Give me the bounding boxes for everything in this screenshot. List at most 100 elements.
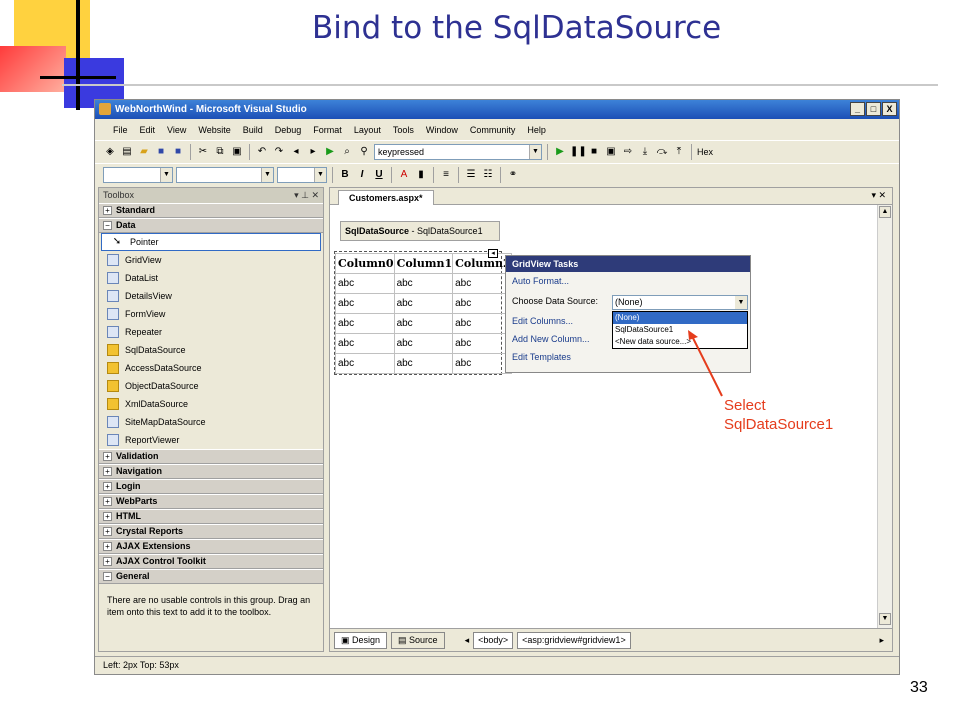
chevron-down-icon[interactable]: ▼ <box>261 167 273 182</box>
menu-format[interactable]: Format <box>307 125 348 135</box>
toolbox-item-sitemapdatasource[interactable]: SiteMapDataSource <box>99 413 323 431</box>
option-sqldatasource1[interactable]: SqlDataSource1 <box>613 324 747 336</box>
expand-icon[interactable]: + <box>103 527 112 536</box>
option-none[interactable]: (None) <box>613 312 747 324</box>
toolbox-item-formview[interactable]: FormView <box>99 305 323 323</box>
toolbox-item-accessdatasource[interactable]: AccessDataSource <box>99 359 323 377</box>
menu-file[interactable]: File <box>107 125 134 135</box>
chevron-down-icon[interactable]: ▼ <box>735 296 747 309</box>
hex-toggle[interactable]: Hex <box>697 147 713 157</box>
toolbox-header-buttons[interactable]: ▾ ⊥ ✕ <box>294 188 319 203</box>
tab-window-buttons[interactable]: ▾ ✕ <box>871 190 886 201</box>
scroll-up-icon[interactable]: ▲ <box>879 206 891 218</box>
toolbox-group-html[interactable]: + HTML <box>99 509 323 524</box>
option-new-data-source[interactable]: <New data source...> <box>613 336 747 348</box>
toolbox-item-reportviewer[interactable]: ReportViewer <box>99 431 323 449</box>
underline-button[interactable]: U <box>372 168 386 182</box>
menu-debug[interactable]: Debug <box>269 125 308 135</box>
expand-icon[interactable]: + <box>103 467 112 476</box>
expand-icon[interactable]: + <box>103 512 112 521</box>
menu-window[interactable]: Window <box>420 125 464 135</box>
menu-edit[interactable]: Edit <box>134 125 162 135</box>
edit-templates-link[interactable]: Edit Templates <box>506 348 750 366</box>
continue-icon[interactable]: ▶ <box>553 145 567 159</box>
toolbox-item-pointer[interactable]: ➘ Pointer <box>101 233 321 251</box>
toolbox-item-xmldatasource[interactable]: XmlDataSource <box>99 395 323 413</box>
open-icon[interactable]: ▰ <box>137 145 151 159</box>
sqldatasource-control[interactable]: SqlDataSource - SqlDataSource1 <box>340 221 500 241</box>
menu-view[interactable]: View <box>161 125 192 135</box>
tab-customers-aspx[interactable]: Customers.aspx* <box>338 190 434 205</box>
find-combo[interactable]: keypressed ▼ <box>374 143 542 160</box>
chevron-down-icon[interactable]: ▼ <box>314 167 326 182</box>
add-item-icon[interactable]: ▤ <box>120 145 134 159</box>
menu-layout[interactable]: Layout <box>348 125 387 135</box>
close-button[interactable]: X <box>882 102 897 116</box>
smart-tag-icon[interactable]: ◂ <box>488 249 498 258</box>
minimize-button[interactable]: _ <box>850 102 865 116</box>
navigate-back-icon[interactable]: ◂ <box>289 145 303 159</box>
hyperlink-icon[interactable]: ⚭ <box>506 168 520 182</box>
paste-icon[interactable]: ▣ <box>230 145 244 159</box>
bold-button[interactable]: B <box>338 168 352 182</box>
save-all-icon[interactable]: ■ <box>171 145 185 159</box>
menu-tools[interactable]: Tools <box>387 125 420 135</box>
toolbox-group-navigation[interactable]: + Navigation <box>99 464 323 479</box>
toolbox-group-general[interactable]: − General <box>99 569 323 584</box>
crumb-right-icon[interactable]: ▸ <box>879 635 884 646</box>
expand-icon[interactable]: + <box>103 557 112 566</box>
breadcrumb-gridview[interactable]: <asp:gridview#gridview1> <box>517 631 631 649</box>
expand-icon[interactable]: + <box>103 542 112 551</box>
collapse-icon[interactable]: − <box>103 221 112 230</box>
expand-icon[interactable]: + <box>103 452 112 461</box>
find-in-files-icon[interactable]: ⚲ <box>357 145 371 159</box>
auto-format-link[interactable]: Auto Format... <box>506 272 750 290</box>
new-project-icon[interactable]: ◈ <box>103 145 117 159</box>
choose-datasource-select[interactable]: (None) ▼ <box>612 295 748 310</box>
tab-design[interactable]: ▣ Design <box>334 631 388 649</box>
font-name-combo[interactable]: ▼ <box>176 166 274 183</box>
highlight-icon[interactable]: ▮ <box>414 168 428 182</box>
align-icon[interactable]: ≡ <box>439 168 453 182</box>
toolbox-item-repeater[interactable]: Repeater <box>99 323 323 341</box>
maximize-button[interactable]: □ <box>866 102 881 116</box>
crumb-left-icon[interactable]: ◂ <box>465 635 470 646</box>
collapse-icon[interactable]: − <box>103 572 112 581</box>
toolbox-item-datalist[interactable]: DataList <box>99 269 323 287</box>
bullets-icon[interactable]: ☰ <box>464 168 478 182</box>
toolbox-group-ajax-control-toolkit[interactable]: + AJAX Control Toolkit <box>99 554 323 569</box>
cut-icon[interactable]: ✂ <box>196 145 210 159</box>
toolbox-group-data[interactable]: − Data <box>99 218 323 233</box>
toolbox-item-detailsview[interactable]: DetailsView <box>99 287 323 305</box>
redo-icon[interactable]: ↷ <box>272 145 286 159</box>
toolbox-group-validation[interactable]: + Validation <box>99 449 323 464</box>
gridview-control[interactable]: Column0 Column1 Column2 abc abc abc abc … <box>335 253 512 374</box>
start-debug-icon[interactable]: ▶ <box>323 145 337 159</box>
block-format-combo[interactable]: ▼ <box>103 166 173 183</box>
tab-source[interactable]: ▤ Source <box>391 631 445 649</box>
vertical-scrollbar[interactable]: ▲ ▼ <box>877 205 892 628</box>
toolbox-item-gridview[interactable]: GridView <box>99 251 323 269</box>
menu-build[interactable]: Build <box>237 125 269 135</box>
step-into-icon[interactable]: ⤓ <box>638 145 652 159</box>
breadcrumb-body[interactable]: <body> <box>473 631 514 649</box>
menu-help[interactable]: Help <box>521 125 552 135</box>
show-next-statement-icon[interactable]: ⇨ <box>621 145 635 159</box>
chevron-down-icon[interactable]: ▼ <box>529 144 541 159</box>
find-icon[interactable]: ⌕ <box>340 145 354 159</box>
navigate-forward-icon[interactable]: ▸ <box>306 145 320 159</box>
save-icon[interactable]: ■ <box>154 145 168 159</box>
scroll-down-icon[interactable]: ▼ <box>879 613 891 625</box>
step-out-icon[interactable]: ⤒ <box>672 145 686 159</box>
copy-icon[interactable]: ⧉ <box>213 145 227 159</box>
chevron-down-icon[interactable]: ▼ <box>160 167 172 182</box>
toolbox-item-sqldatasource[interactable]: SqlDataSource <box>99 341 323 359</box>
toolbox-group-standard[interactable]: + Standard <box>99 203 323 218</box>
toolbox-group-webparts[interactable]: + WebParts <box>99 494 323 509</box>
menu-website[interactable]: Website <box>192 125 236 135</box>
stop-icon[interactable]: ■ <box>587 145 601 159</box>
undo-icon[interactable]: ↶ <box>255 145 269 159</box>
expand-icon[interactable]: + <box>103 497 112 506</box>
italic-button[interactable]: I <box>355 168 369 182</box>
toolbox-group-crystal-reports[interactable]: + Crystal Reports <box>99 524 323 539</box>
